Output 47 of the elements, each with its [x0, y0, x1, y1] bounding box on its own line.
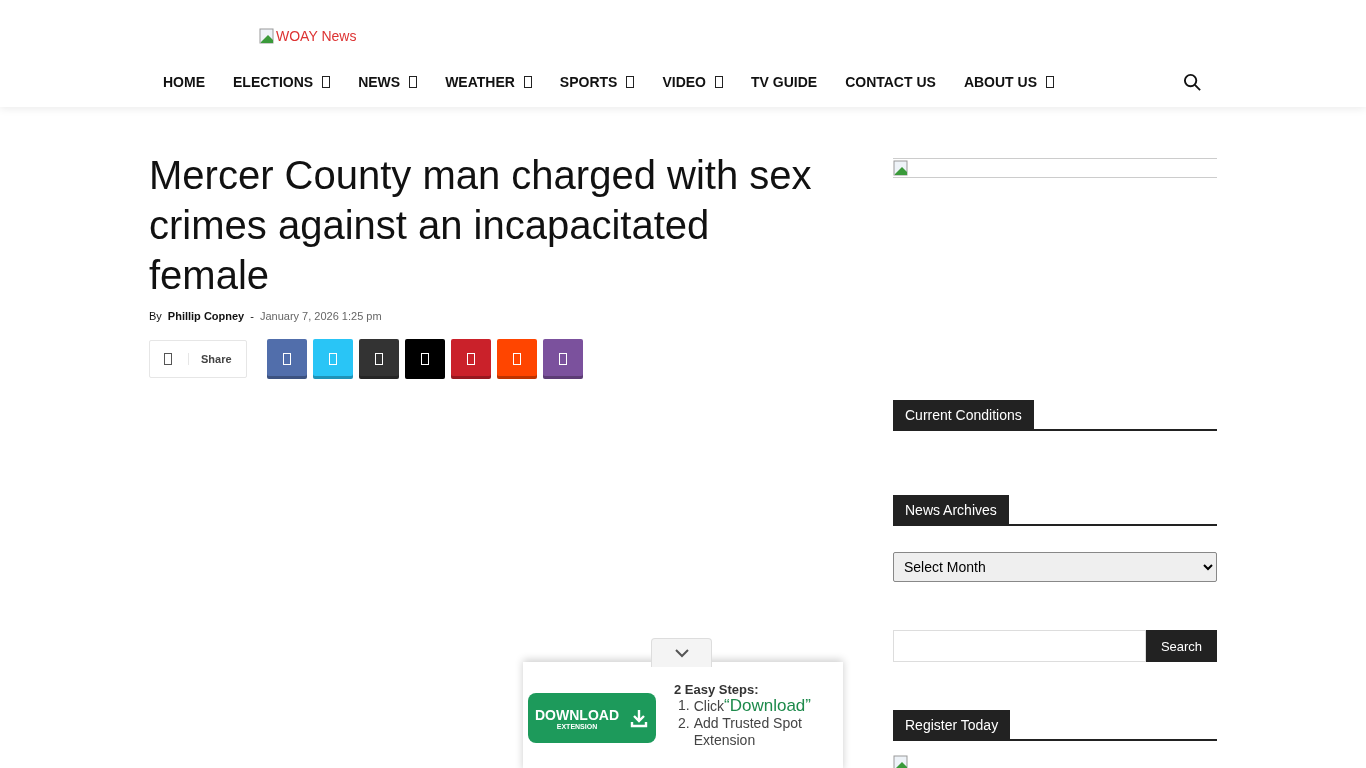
glyph-icon — [467, 353, 475, 365]
widget-title: News Archives — [893, 495, 1009, 524]
article-date: January 7, 2026 1:25 pm — [259, 310, 382, 322]
share-button[interactable] — [451, 339, 491, 379]
search-icon[interactable] — [1183, 72, 1202, 92]
nav-link[interactable]: HOME — [149, 74, 219, 90]
search-button[interactable]: Search — [1146, 630, 1217, 662]
glyph-icon — [559, 353, 567, 365]
nav-link[interactable]: VIDEO — [648, 74, 737, 90]
nav-link[interactable]: NEWS — [344, 74, 432, 90]
share-button[interactable] — [405, 339, 445, 379]
step-number: 2. — [678, 715, 690, 733]
search-field[interactable] — [893, 630, 1146, 662]
broken-logo-image[interactable]: WOAY News — [259, 28, 357, 44]
chevron-down-icon — [673, 648, 690, 658]
author-link[interactable]: Phillip Copney — [167, 310, 245, 322]
glyph-icon — [375, 353, 383, 365]
glyph-icon — [164, 353, 172, 365]
step-text: Add Trusted Spot Extension — [693, 715, 803, 749]
glyph-icon — [421, 353, 429, 365]
step-number: 1. — [678, 697, 690, 715]
nav-link[interactable]: SPORTS — [545, 74, 649, 90]
glyph-icon — [329, 353, 337, 365]
article-title: Mercer County man charged with sex crimes against an incapacitated female — [149, 152, 813, 299]
widget-title: Register Today — [893, 710, 1011, 739]
glyph-icon — [513, 353, 521, 365]
steps-title: 2 Easy Steps: — [674, 682, 760, 697]
share-button[interactable] — [359, 339, 399, 379]
step-text: Click“Download” — [693, 697, 811, 715]
share-button[interactable] — [543, 339, 583, 379]
widget-title: Current Conditions — [893, 400, 1034, 429]
broken-image-icon — [893, 160, 909, 176]
nav-link[interactable]: ELECTIONS — [219, 74, 345, 90]
nav-link[interactable]: ABOUT US — [949, 74, 1068, 90]
separator-text: - — [250, 310, 254, 322]
nav-link[interactable]: CONTACT US — [831, 74, 950, 90]
broken-image-icon — [259, 28, 275, 44]
glyph-icon — [283, 353, 291, 365]
byline-label: By — [149, 310, 162, 322]
broken-image-icon — [893, 755, 909, 768]
nav-link[interactable]: TV GUIDE — [737, 74, 832, 90]
month-select[interactable]: Select Month — [893, 552, 1217, 582]
download-icon — [629, 708, 649, 728]
share-label: Share — [188, 353, 232, 365]
nav-link[interactable]: WEATHER — [431, 74, 546, 90]
share-button[interactable] — [267, 339, 307, 379]
logo-alt-text: WOAY News — [276, 28, 357, 44]
